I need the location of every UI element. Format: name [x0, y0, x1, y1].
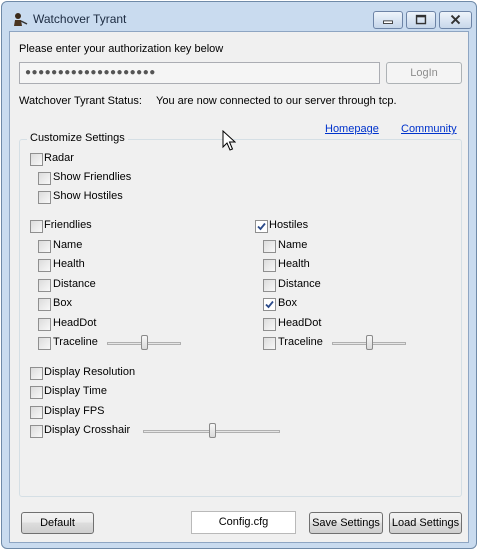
maximize-icon	[415, 14, 427, 25]
hostiles-distance-checkbox[interactable]	[263, 279, 276, 292]
show-friendlies-label: Show Friendlies	[53, 171, 132, 183]
checkmark-icon	[257, 222, 266, 231]
close-button[interactable]	[439, 11, 472, 29]
display-crosshair-label: Display Crosshair	[44, 424, 131, 436]
show-friendlies-checkbox[interactable]	[38, 172, 51, 185]
display-fps-label: Display FPS	[44, 405, 105, 417]
client-area: Please enter your authorization key belo…	[9, 31, 469, 543]
load-settings-button[interactable]: Load Settings	[389, 512, 462, 534]
homepage-link[interactable]: Homepage	[325, 123, 379, 135]
friendlies-traceline-checkbox[interactable]	[38, 337, 51, 350]
window-title: Watchover Tyrant	[33, 12, 127, 26]
auth-prompt: Please enter your authorization key belo…	[19, 43, 224, 55]
auth-key-input[interactable]: ●●●●●●●●●●●●●●●●●●●●	[19, 62, 380, 84]
friendlies-checkbox[interactable]	[30, 220, 43, 233]
mouse-cursor-icon	[222, 130, 236, 151]
radar-label: Radar	[44, 152, 74, 164]
status-label: Watchover Tyrant Status:	[19, 95, 142, 107]
friendlies-distance-checkbox[interactable]	[38, 279, 51, 292]
hostiles-name-checkbox[interactable]	[263, 240, 276, 253]
hostiles-traceline-slider-thumb[interactable]	[366, 335, 373, 350]
default-button[interactable]: Default	[21, 512, 94, 534]
display-crosshair-checkbox[interactable]	[30, 425, 43, 438]
customize-settings-title: Customize Settings	[27, 132, 128, 144]
show-hostiles-checkbox[interactable]	[38, 191, 51, 204]
hostiles-label: Hostiles	[269, 219, 309, 231]
display-resolution-label: Display Resolution	[44, 366, 136, 378]
friendlies-traceline-label: Traceline	[53, 336, 98, 348]
close-icon	[450, 14, 461, 25]
friendlies-headdot-label: HeadDot	[53, 317, 97, 329]
hostiles-box-checkbox[interactable]	[263, 298, 276, 311]
app-logo-icon	[14, 13, 28, 26]
friendlies-box-checkbox[interactable]	[38, 298, 51, 311]
community-link[interactable]: Community	[401, 123, 457, 135]
checkmark-icon	[265, 300, 274, 309]
login-button[interactable]: LogIn	[386, 62, 462, 84]
minimize-button[interactable]	[373, 11, 403, 29]
show-hostiles-label: Show Hostiles	[53, 190, 123, 202]
hostiles-name-label: Name	[278, 239, 308, 251]
friendlies-box-label: Box	[53, 297, 72, 309]
friendlies-name-label: Name	[53, 239, 83, 251]
hostiles-traceline-checkbox[interactable]	[263, 337, 276, 350]
friendlies-health-label: Health	[53, 258, 85, 270]
display-time-checkbox[interactable]	[30, 386, 43, 399]
display-resolution-checkbox[interactable]	[30, 367, 43, 380]
save-settings-button[interactable]: Save Settings	[309, 512, 383, 534]
display-time-label: Display Time	[44, 385, 107, 397]
hostiles-headdot-checkbox[interactable]	[263, 318, 276, 331]
friendlies-name-checkbox[interactable]	[38, 240, 51, 253]
hostiles-headdot-label: HeadDot	[278, 317, 322, 329]
auth-key-value: ●●●●●●●●●●●●●●●●●●●●	[25, 67, 156, 78]
maximize-button[interactable]	[406, 11, 436, 29]
friendlies-traceline-slider-thumb[interactable]	[141, 335, 148, 350]
hostiles-health-checkbox[interactable]	[263, 259, 276, 272]
app-window: Watchover Tyrant Please enter your autho…	[1, 1, 477, 549]
crosshair-slider-thumb[interactable]	[209, 423, 216, 438]
friendlies-headdot-checkbox[interactable]	[38, 318, 51, 331]
config-file-field[interactable]: Config.cfg	[191, 511, 296, 534]
friendlies-health-checkbox[interactable]	[38, 259, 51, 272]
hostiles-box-label: Box	[278, 297, 297, 309]
minimize-icon	[383, 20, 393, 24]
status-message: You are now connected to our server thro…	[156, 95, 397, 107]
hostiles-checkbox[interactable]	[255, 220, 268, 233]
friendlies-distance-label: Distance	[53, 278, 96, 290]
hostiles-distance-label: Distance	[278, 278, 321, 290]
friendlies-label: Friendlies	[44, 219, 92, 231]
hostiles-health-label: Health	[278, 258, 310, 270]
hostiles-traceline-label: Traceline	[278, 336, 323, 348]
radar-checkbox[interactable]	[30, 153, 43, 166]
display-fps-checkbox[interactable]	[30, 406, 43, 419]
